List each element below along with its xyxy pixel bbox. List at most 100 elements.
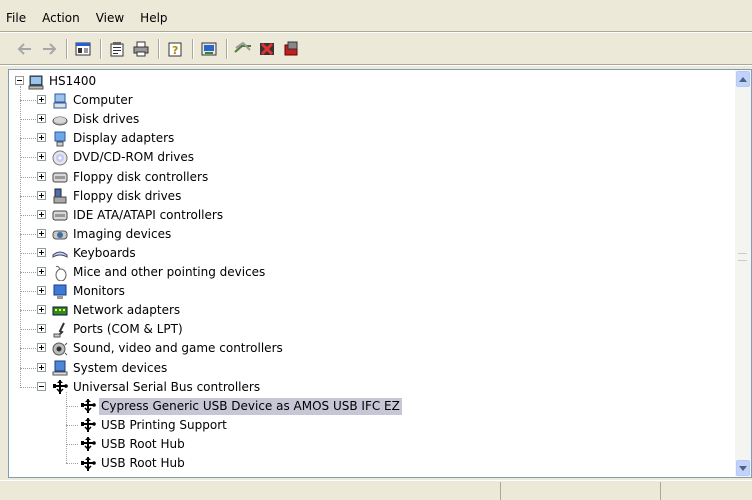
tree-category-network-adapters[interactable]: Network adapters <box>52 301 182 320</box>
tree-item-label: USB Printing Support <box>101 417 227 432</box>
expand-button[interactable] <box>37 286 46 296</box>
forward-button[interactable] <box>38 38 60 60</box>
device-tree-panel[interactable]: HS1400 Computer Disk drives Display adapter… <box>8 69 752 478</box>
scroll-down-button[interactable] <box>736 460 750 476</box>
print-button[interactable] <box>130 38 152 60</box>
tree-category-imaging-devices[interactable]: Imaging devices <box>52 225 173 244</box>
plus-icon <box>39 269 44 274</box>
plus-icon <box>39 307 44 313</box>
expand-button[interactable] <box>37 133 46 143</box>
tree-category-mice-and-other-pointing-devices[interactable]: Mice and other pointing devices <box>52 263 267 282</box>
computer-icon <box>53 93 67 109</box>
tree-category-floppy-disk-controllers[interactable]: Floppy disk controllers <box>52 168 210 187</box>
expand-button[interactable] <box>37 267 46 276</box>
tree-item-label: Computer <box>73 93 133 108</box>
print-icon <box>133 41 149 57</box>
plus-icon <box>39 364 44 370</box>
tree-category-dvd-cd-rom-drives[interactable]: DVD/CD-ROM drives <box>52 148 196 167</box>
expand-button[interactable] <box>37 305 46 315</box>
vertical-scrollbar[interactable] <box>735 70 751 477</box>
usb-icon <box>81 456 96 471</box>
usb-icon <box>81 418 96 433</box>
update-driver-button[interactable] <box>198 38 220 60</box>
tree-device-item[interactable]: Cypress Generic USB Device as AMOS USB I… <box>80 397 402 416</box>
tree-item-label: DVD/CD-ROM drives <box>73 150 195 165</box>
plus-icon <box>39 116 44 122</box>
tree-item-label: Network adapters <box>73 303 181 318</box>
expand-button[interactable] <box>37 171 46 181</box>
tree-connector <box>66 391 67 463</box>
expand-button[interactable] <box>37 152 46 162</box>
expand-button[interactable] <box>37 228 46 238</box>
properties-icon <box>110 42 124 57</box>
tree-category-system-devices[interactable]: System devices <box>52 359 169 378</box>
tree-connector <box>20 86 21 388</box>
help-icon: ? <box>168 42 182 57</box>
tree-category-ports-com-lpt[interactable]: Ports (COM & LPT) <box>52 320 185 339</box>
show-hide-console-tree-icon <box>75 42 91 56</box>
floppy-icon <box>53 188 67 204</box>
collapse-button[interactable] <box>15 76 24 85</box>
help-button[interactable]: ? <box>164 38 186 60</box>
menu-action[interactable]: Action <box>34 9 88 27</box>
properties-button[interactable] <box>106 38 128 60</box>
collapse-button[interactable] <box>37 381 46 391</box>
expand-button[interactable] <box>37 209 46 219</box>
device-tree: HS1400 Computer Disk drives Display adapter… <box>9 70 736 477</box>
show-hide-tree-button[interactable] <box>72 38 94 60</box>
monitor-icon <box>53 284 67 299</box>
tree-category-sound-video-and-game-controllers[interactable]: Sound, video and game controllers <box>52 339 285 358</box>
expand-button[interactable] <box>37 95 46 105</box>
uninstall-button[interactable] <box>280 38 302 60</box>
tree-connector <box>66 405 78 407</box>
camera-icon <box>52 230 68 240</box>
expand-button[interactable] <box>37 247 46 257</box>
toolbar-separator <box>66 39 68 59</box>
plus-icon <box>39 97 44 103</box>
expand-button[interactable] <box>37 190 46 200</box>
tree-category-universal-serial-bus-controllers[interactable]: Universal Serial Bus controllers <box>52 378 262 397</box>
plus-icon <box>39 326 44 332</box>
expand-button[interactable] <box>37 343 46 353</box>
tree-category-display-adapters[interactable]: Display adapters <box>52 129 176 148</box>
plus-icon <box>39 211 44 217</box>
tree-connector <box>20 195 36 197</box>
tree-item-label: Imaging devices <box>73 226 172 241</box>
back-button[interactable] <box>14 38 36 60</box>
tree-device-item[interactable]: USB Root Hub <box>80 435 187 454</box>
tree-connector <box>66 463 78 464</box>
disable-device-icon <box>260 42 274 56</box>
tree-connector <box>20 252 36 254</box>
menu-view[interactable]: View <box>88 9 132 27</box>
tree-category-monitors[interactable]: Monitors <box>52 282 127 301</box>
scan-hardware-button[interactable] <box>232 38 254 60</box>
plus-icon <box>39 230 44 236</box>
expand-button[interactable] <box>37 362 46 372</box>
tree-category-keyboards[interactable]: Keyboards <box>52 244 138 263</box>
back-arrow-icon <box>17 43 31 55</box>
tree-connector <box>20 348 36 350</box>
menu-help[interactable]: Help <box>132 9 175 27</box>
tree-connector <box>20 157 36 159</box>
port-icon <box>53 322 65 338</box>
plus-icon <box>39 192 44 198</box>
tree-category-disk-drives[interactable]: Disk drives <box>52 110 141 129</box>
scroll-up-button[interactable] <box>736 71 750 87</box>
tree-category-ide-ata-atapi-controllers[interactable]: IDE ATA/ATAPI controllers <box>52 206 225 225</box>
tree-category-floppy-disk-drives[interactable]: Floppy disk drives <box>52 187 183 206</box>
computer-root-icon <box>28 75 44 89</box>
expand-button[interactable] <box>37 114 46 124</box>
tree-device-item[interactable]: USB Printing Support <box>80 416 229 435</box>
tree-device-item[interactable]: USB Root Hub <box>80 454 187 473</box>
tree-connector <box>20 233 36 235</box>
disable-device-button[interactable] <box>256 38 278 60</box>
tree-category-computer[interactable]: Computer <box>52 91 135 110</box>
tree-item-label: Sound, video and game controllers <box>73 341 283 356</box>
tree-root[interactable]: HS1400 <box>28 72 98 91</box>
update-driver-icon <box>201 42 217 56</box>
tree-connector <box>20 329 36 331</box>
menu-file[interactable]: File <box>0 9 34 27</box>
chevron-up-icon <box>739 76 747 82</box>
expand-button[interactable] <box>37 324 46 334</box>
plus-icon <box>39 288 44 294</box>
